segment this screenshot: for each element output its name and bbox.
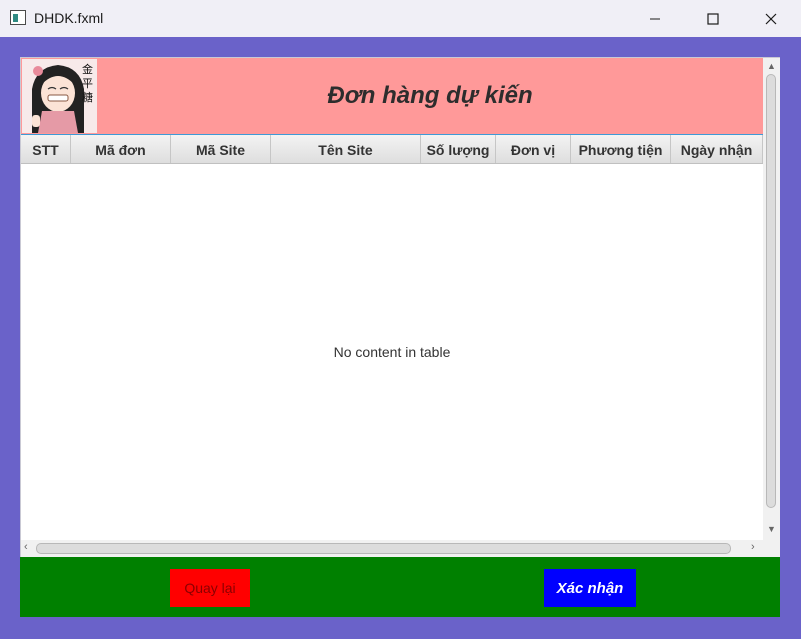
maximize-icon	[707, 12, 719, 25]
minimize-icon	[650, 18, 660, 19]
footer-bar: Quay lại Xác nhận	[20, 557, 780, 617]
maximize-button[interactable]	[684, 0, 742, 37]
column-header-phuong-tien[interactable]: Phương tiện	[571, 135, 671, 163]
column-header-ma-site[interactable]: Mã Site	[171, 135, 271, 163]
column-header-so-luong[interactable]: Số lượng	[421, 135, 496, 163]
column-header-ngay-nhan[interactable]: Ngày nhận	[671, 135, 763, 163]
header-banner: 金 平 糖 Đơn hàng dự kiến	[21, 58, 763, 134]
chevron-left-icon[interactable]: ‹	[24, 541, 28, 553]
back-button[interactable]: Quay lại	[170, 569, 250, 607]
main-panel: 金 平 糖 Đơn hàng dự kiến STT Mã đơn Mã Sit…	[20, 57, 780, 557]
horizontal-scroll-thumb[interactable]	[36, 543, 731, 554]
svg-text:糖: 糖	[82, 90, 93, 104]
minimize-button[interactable]	[626, 0, 684, 37]
close-button[interactable]	[742, 0, 800, 37]
table-header: STT Mã đơn Mã Site Tên Site Số lượng Đơn…	[21, 134, 763, 164]
confirm-button[interactable]: Xác nhận	[544, 569, 636, 607]
window-icon	[10, 10, 26, 25]
title-bar: DHDK.fxml	[0, 0, 801, 37]
column-header-stt[interactable]: STT	[21, 135, 71, 163]
column-header-ten-site[interactable]: Tên Site	[271, 135, 421, 163]
orders-table[interactable]: STT Mã đơn Mã Site Tên Site Số lượng Đơn…	[21, 134, 763, 540]
column-header-ma-don[interactable]: Mã đơn	[71, 135, 171, 163]
window-title: DHDK.fxml	[34, 10, 104, 26]
close-icon	[765, 13, 777, 24]
horizontal-scrollbar[interactable]: ‹ ›	[21, 540, 780, 557]
anime-girl-avatar: 金 平 糖	[22, 59, 97, 133]
chevron-up-icon[interactable]: ▲	[767, 61, 776, 71]
svg-text:平: 平	[82, 77, 93, 90]
vertical-scroll-thumb[interactable]	[766, 74, 776, 508]
svg-text:金: 金	[82, 62, 93, 76]
column-header-don-vi[interactable]: Đơn vị	[496, 135, 571, 163]
empty-table-message: No content in table	[333, 344, 451, 360]
page-title: Đơn hàng dự kiến	[327, 82, 533, 109]
chevron-right-icon[interactable]: ›	[751, 541, 755, 553]
chevron-down-icon[interactable]: ▼	[767, 524, 776, 534]
vertical-scrollbar[interactable]: ▲ ▼	[763, 58, 780, 540]
